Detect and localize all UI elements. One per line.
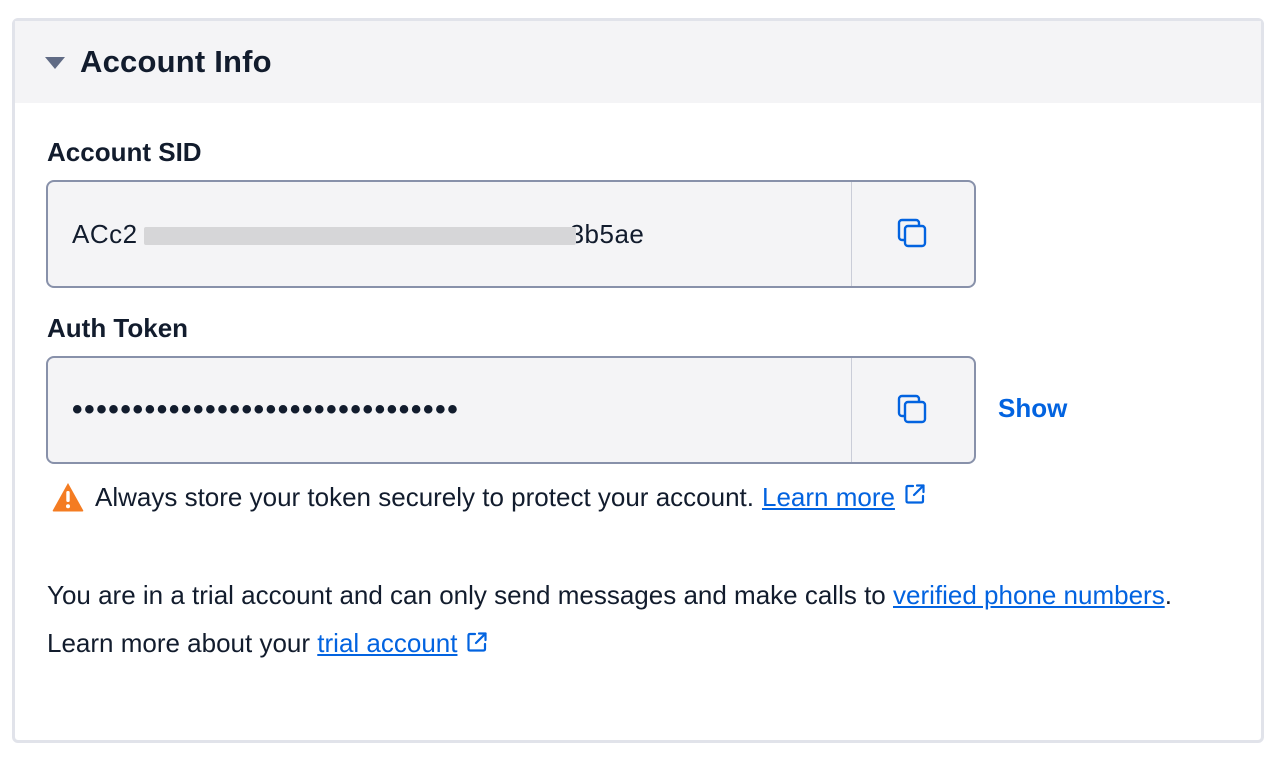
account-sid-value[interactable]: ACc2 3b5ae <box>48 182 851 286</box>
account-sid-prefix: ACc2 <box>72 218 138 249</box>
auth-token-field[interactable]: •••••••••••••••••••••••••••••••• <box>46 356 976 464</box>
redacted-area <box>144 227 576 245</box>
auth-token-label: Auth Token <box>47 313 189 343</box>
trial-account-link[interactable]: trial account <box>317 628 457 658</box>
copy-auth-token-button[interactable] <box>851 358 974 462</box>
auth-token-masked: •••••••••••••••••••••••••••••••• <box>72 393 460 426</box>
token-warning: Always store your token securely to prot… <box>51 481 927 513</box>
account-sid-suffix: 3b5ae <box>569 218 645 249</box>
account-sid-label: Account SID <box>47 137 202 167</box>
account-info-panel: Account Info Account SID ACc2 3b5ae Auth … <box>12 18 1264 743</box>
account-sid-field[interactable]: ACc2 3b5ae <box>46 180 976 288</box>
verified-phone-numbers-link[interactable]: verified phone numbers <box>893 580 1165 610</box>
warning-icon <box>51 481 85 513</box>
copy-icon <box>897 218 927 248</box>
copy-account-sid-button[interactable] <box>851 182 974 286</box>
caret-down-icon[interactable] <box>45 57 65 69</box>
trial-text-before: You are in a trial account and can only … <box>47 580 893 610</box>
copy-icon <box>897 394 927 424</box>
trial-notice: You are in a trial account and can only … <box>47 571 1227 669</box>
panel-title: Account Info <box>80 44 272 79</box>
learn-more-link[interactable]: Learn more <box>762 482 895 513</box>
external-link-icon[interactable] <box>903 482 927 513</box>
show-token-button[interactable]: Show <box>998 393 1067 424</box>
auth-token-value[interactable]: •••••••••••••••••••••••••••••••• <box>48 358 851 462</box>
warning-text: Always store your token securely to prot… <box>95 481 754 512</box>
external-link-icon[interactable] <box>465 621 489 669</box>
account-info-header[interactable]: Account Info <box>15 21 1261 103</box>
